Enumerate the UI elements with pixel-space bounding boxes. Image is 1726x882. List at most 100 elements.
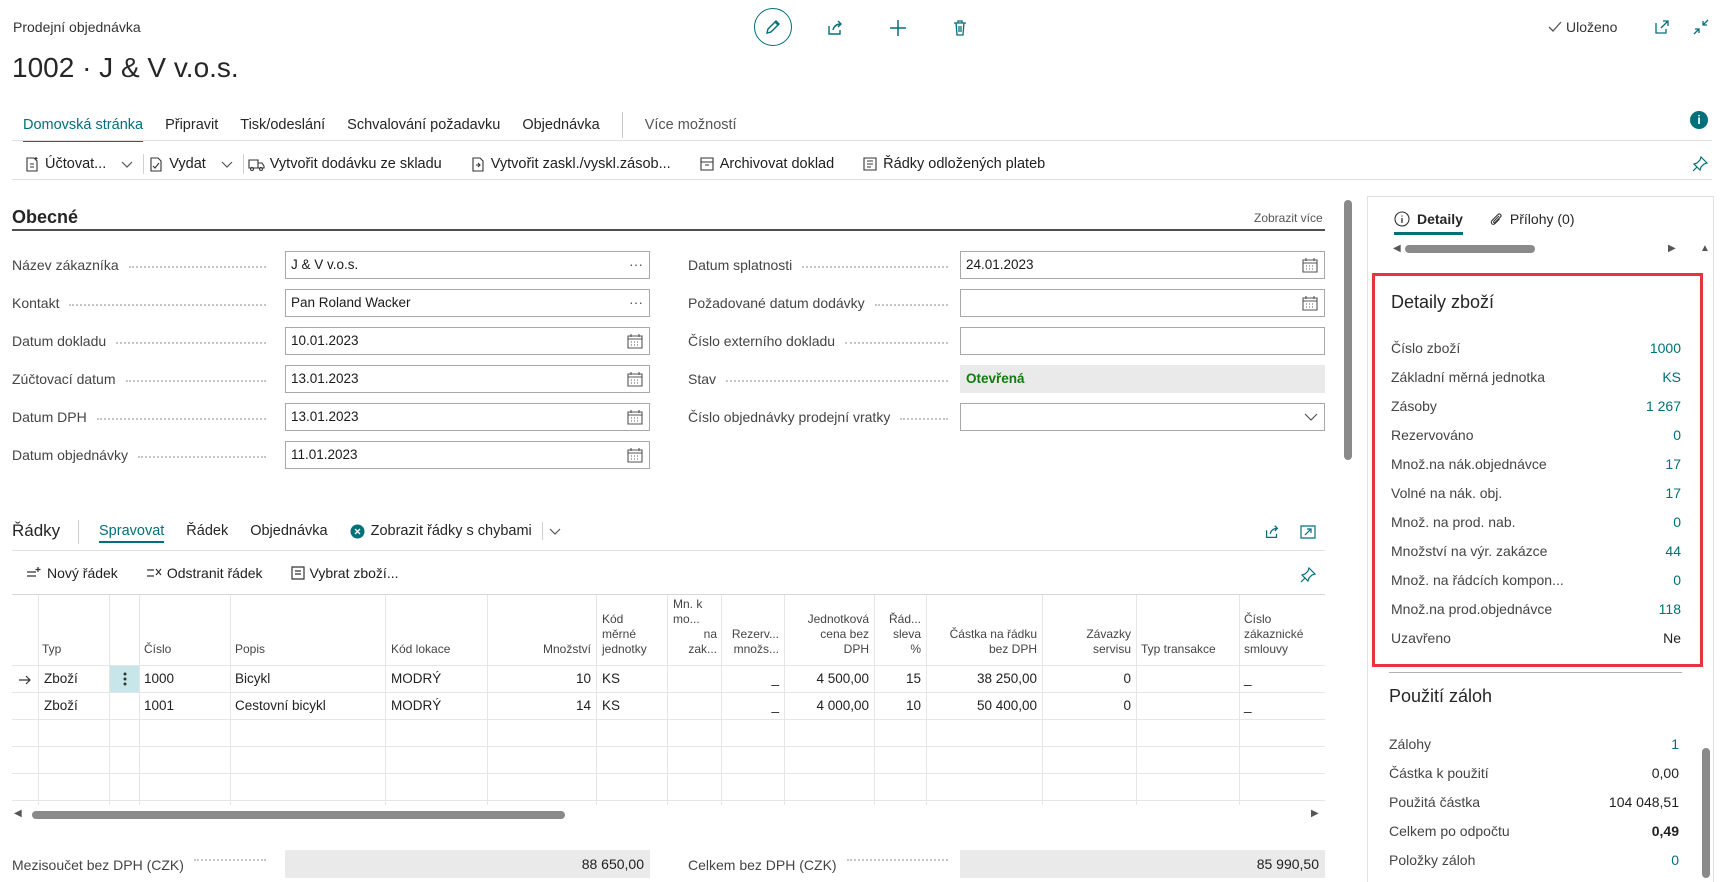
tab-request-approval[interactable]: Schvalování požadavku bbox=[336, 114, 511, 136]
cell-description[interactable]: Cestovní bicykl bbox=[235, 693, 326, 719]
scroll-right-arrow-icon[interactable]: ▶ bbox=[1311, 808, 1319, 819]
document-date-input[interactable]: 10.01.2023 bbox=[285, 327, 650, 355]
col-header-line-amount[interactable]: Částka na řádku bez DPH bbox=[926, 627, 1037, 657]
calendar-icon[interactable] bbox=[627, 447, 643, 463]
factbox-tab-details[interactable]: Detaily bbox=[1394, 211, 1463, 235]
cell-unit-price[interactable]: 4 500,00 bbox=[784, 666, 869, 692]
lines-share-button[interactable] bbox=[1262, 522, 1282, 542]
return-order-no-select[interactable] bbox=[960, 403, 1325, 431]
item-detail-value[interactable]: 0 bbox=[1673, 427, 1681, 443]
scroll-up-arrow-icon[interactable]: ▲ bbox=[1700, 243, 1710, 254]
main-vertical-scrollbar[interactable] bbox=[1344, 200, 1352, 460]
col-header-line-discount[interactable]: Řád... sleva % bbox=[874, 612, 921, 657]
item-detail-value[interactable]: 44 bbox=[1665, 543, 1681, 559]
cell-type[interactable]: Zboží bbox=[44, 693, 78, 719]
contact-input[interactable]: Pan Roland Wacker ··· bbox=[285, 289, 650, 317]
calendar-icon[interactable] bbox=[627, 371, 643, 387]
delete-line-button[interactable]: Odstranit řádek bbox=[146, 565, 263, 581]
tab-prepare[interactable]: Připravit bbox=[154, 114, 229, 136]
section-title-general[interactable]: Obecné bbox=[12, 207, 78, 228]
select-items-button[interactable]: Vybrat zboží... bbox=[290, 565, 399, 581]
create-inventory-putaway-button[interactable]: Vytvořit zaskl./vyskl.zásob... bbox=[470, 156, 671, 172]
info-icon[interactable]: i bbox=[1690, 111, 1708, 129]
cell-uom[interactable]: KS bbox=[602, 666, 620, 692]
scroll-left-arrow-icon[interactable]: ◀ bbox=[1393, 243, 1401, 254]
scroll-left-arrow-icon[interactable]: ◀ bbox=[14, 808, 22, 819]
archive-document-button[interactable]: Archivovat doklad bbox=[699, 156, 834, 172]
calendar-icon[interactable] bbox=[627, 333, 643, 349]
factbox-tab-attachments[interactable]: Přílohy (0) bbox=[1489, 211, 1575, 235]
due-date-input[interactable]: 24.01.2023 bbox=[960, 251, 1325, 279]
pin-button[interactable] bbox=[1690, 154, 1710, 174]
ellipsis-icon[interactable]: ··· bbox=[629, 251, 643, 277]
factbox-horizontal-scrollbar[interactable] bbox=[1405, 245, 1535, 253]
col-header-uom[interactable]: Kód měrné jednotky bbox=[602, 612, 647, 657]
prepayments-title[interactable]: Použití záloh bbox=[1389, 686, 1492, 707]
item-detail-value[interactable]: 118 bbox=[1659, 601, 1681, 617]
cell-no[interactable]: 1001 bbox=[144, 693, 174, 719]
cell-service-commitments[interactable]: 0 bbox=[1042, 666, 1131, 692]
col-header-unit-price[interactable]: Jednotková cena bez DPH bbox=[784, 612, 869, 657]
item-detail-value[interactable]: 17 bbox=[1665, 485, 1681, 501]
order-date-input[interactable]: 11.01.2023 bbox=[285, 441, 650, 469]
col-header-no[interactable]: Číslo bbox=[144, 642, 171, 657]
new-button[interactable] bbox=[886, 16, 910, 40]
col-header-description[interactable]: Popis bbox=[235, 642, 265, 657]
item-detail-value[interactable]: 17 bbox=[1665, 456, 1681, 472]
calendar-icon[interactable] bbox=[627, 409, 643, 425]
cell-description[interactable]: Bicykl bbox=[235, 666, 270, 692]
calendar-icon[interactable] bbox=[1302, 295, 1318, 311]
chevron-down-icon[interactable] bbox=[221, 158, 233, 170]
create-warehouse-shipment-button[interactable]: Vytvořit dodávku ze skladu bbox=[248, 156, 442, 172]
share-button[interactable] bbox=[823, 16, 847, 40]
requested-delivery-date-input[interactable] bbox=[960, 289, 1325, 317]
ellipsis-icon[interactable]: ··· bbox=[629, 289, 643, 315]
cell-reserved[interactable]: _ bbox=[721, 666, 779, 692]
col-header-service-commitments[interactable]: Závazky servisu bbox=[1042, 627, 1131, 657]
item-detail-value[interactable]: KS bbox=[1662, 369, 1681, 385]
edit-button[interactable] bbox=[754, 8, 792, 46]
chevron-down-icon[interactable] bbox=[121, 158, 133, 170]
factbox-vertical-scrollbar[interactable] bbox=[1702, 748, 1710, 878]
show-errors-button[interactable]: Zobrazit řádky s chybami bbox=[350, 522, 561, 540]
row-actions-button[interactable] bbox=[110, 666, 139, 692]
lines-tab-order[interactable]: Objednávka bbox=[250, 523, 327, 539]
item-detail-value[interactable]: 0 bbox=[1673, 572, 1681, 588]
item-details-title[interactable]: Detaily zboží bbox=[1391, 292, 1494, 313]
cell-service-commitments[interactable]: 0 bbox=[1042, 693, 1131, 719]
tab-print-send[interactable]: Tisk/odeslání bbox=[229, 114, 336, 136]
tab-order[interactable]: Objednávka bbox=[511, 114, 610, 136]
cell-location[interactable]: MODRÝ bbox=[391, 693, 441, 719]
col-header-type[interactable]: Typ bbox=[42, 642, 61, 657]
tab-more-options[interactable]: Více možností bbox=[634, 114, 748, 136]
cell-quantity[interactable]: 14 bbox=[487, 693, 591, 719]
item-detail-value[interactable]: 1000 bbox=[1650, 340, 1681, 356]
chevron-down-icon[interactable] bbox=[1304, 412, 1318, 422]
cell-type[interactable]: Zboží bbox=[44, 666, 78, 692]
delete-button[interactable] bbox=[948, 16, 972, 40]
cell-line-amount[interactable]: 38 250,00 bbox=[926, 666, 1037, 692]
item-detail-value[interactable]: 0 bbox=[1673, 514, 1681, 530]
lines-tab-manage[interactable]: Spravovat bbox=[99, 523, 165, 543]
cell-contract-no[interactable]: _ bbox=[1244, 666, 1252, 692]
tab-home[interactable]: Domovská stránka bbox=[12, 114, 154, 142]
cell-reserved[interactable]: _ bbox=[721, 693, 779, 719]
deferral-lines-button[interactable]: Řádky odložených plateb bbox=[862, 156, 1045, 172]
cell-location[interactable]: MODRÝ bbox=[391, 666, 441, 692]
prepayment-value[interactable]: 1 bbox=[1671, 736, 1679, 752]
show-more-link[interactable]: Zobrazit více bbox=[1254, 211, 1323, 225]
collapse-button[interactable] bbox=[1690, 16, 1712, 38]
col-header-qty-to-assemble[interactable]: Mn. k mo... na zak... bbox=[667, 597, 717, 657]
post-button[interactable]: Účtovat... bbox=[24, 156, 133, 172]
cell-quantity[interactable]: 10 bbox=[487, 666, 591, 692]
new-line-button[interactable]: Nový řádek bbox=[26, 565, 118, 581]
col-header-quantity[interactable]: Množství bbox=[487, 642, 591, 657]
cell-uom[interactable]: KS bbox=[602, 693, 620, 719]
lines-tab-line[interactable]: Řádek bbox=[186, 523, 228, 539]
cell-unit-price[interactable]: 4 000,00 bbox=[784, 693, 869, 719]
calendar-icon[interactable] bbox=[1302, 257, 1318, 273]
cell-contract-no[interactable]: _ bbox=[1244, 693, 1252, 719]
cell-line-discount[interactable]: 10 bbox=[874, 693, 921, 719]
lines-expand-button[interactable] bbox=[1298, 522, 1318, 542]
scroll-right-arrow-icon[interactable]: ▶ bbox=[1668, 243, 1676, 254]
